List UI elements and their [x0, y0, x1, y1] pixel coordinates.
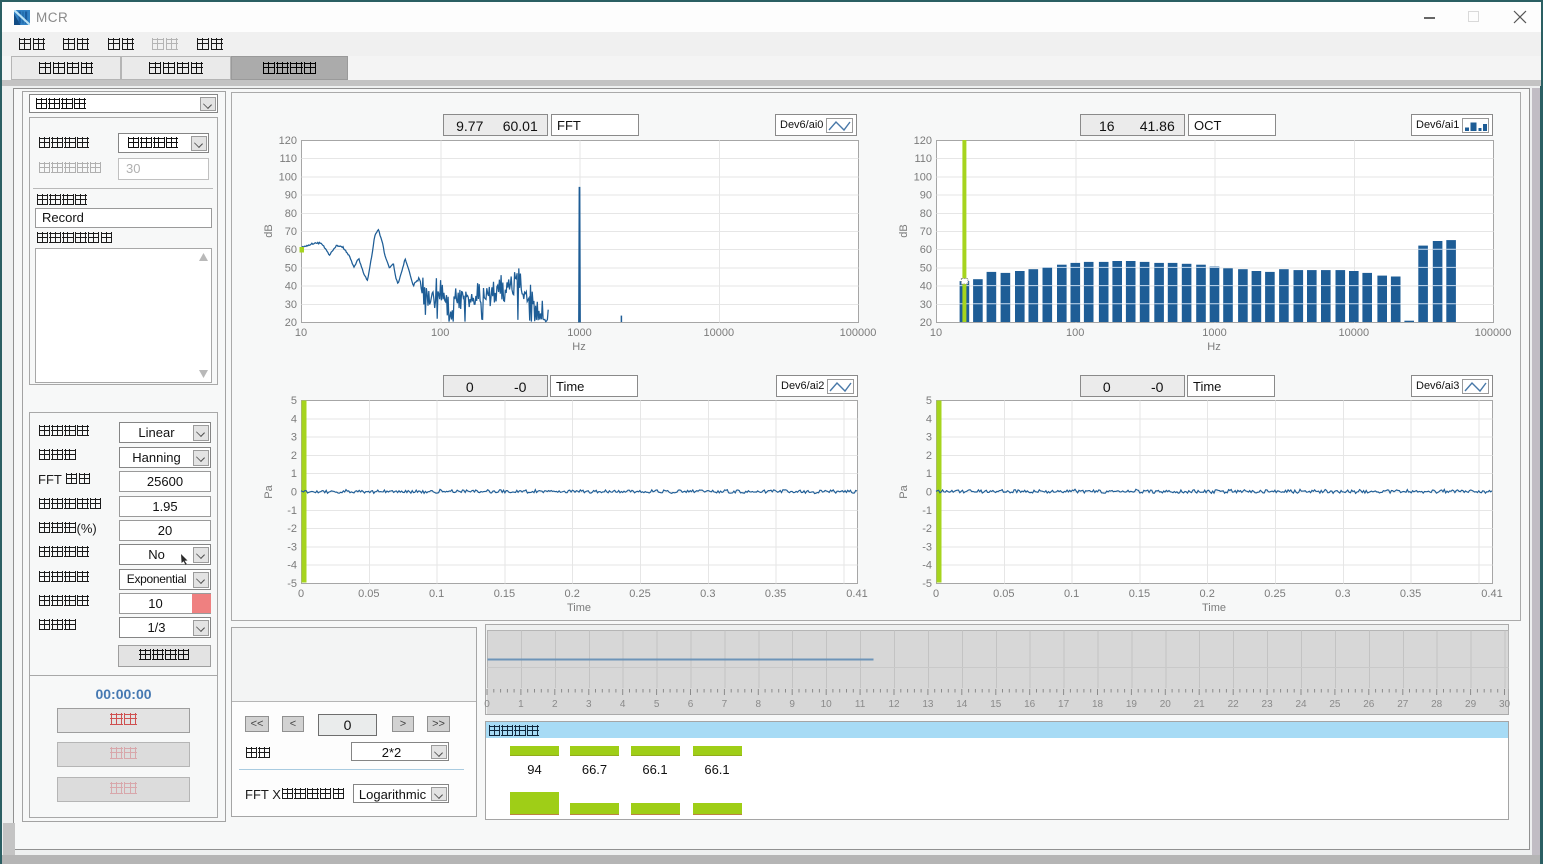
svg-text:2: 2	[552, 699, 558, 710]
svg-text:20: 20	[1160, 699, 1172, 710]
svg-text:30: 30	[1499, 699, 1511, 710]
svg-text:10: 10	[821, 699, 833, 710]
svg-text:27: 27	[1397, 699, 1409, 710]
svg-text:23: 23	[1262, 699, 1274, 710]
svg-text:9: 9	[789, 699, 795, 710]
svg-text:16: 16	[1024, 699, 1036, 710]
svg-text:0: 0	[484, 699, 490, 710]
svg-text:19: 19	[1126, 699, 1138, 710]
svg-text:26: 26	[1363, 699, 1375, 710]
svg-text:8: 8	[756, 699, 762, 710]
svg-text:14: 14	[956, 699, 968, 710]
svg-text:6: 6	[688, 699, 694, 710]
svg-text:29: 29	[1465, 699, 1477, 710]
svg-text:24: 24	[1295, 699, 1307, 710]
svg-text:18: 18	[1092, 699, 1104, 710]
svg-text:11: 11	[855, 699, 866, 710]
svg-text:21: 21	[1194, 699, 1206, 710]
svg-text:15: 15	[990, 699, 1002, 710]
svg-text:13: 13	[922, 699, 934, 710]
svg-text:12: 12	[888, 699, 900, 710]
svg-text:25: 25	[1329, 699, 1341, 710]
svg-text:5: 5	[654, 699, 660, 710]
svg-text:7: 7	[722, 699, 728, 710]
svg-text:4: 4	[620, 699, 626, 710]
svg-text:22: 22	[1228, 699, 1240, 710]
svg-text:17: 17	[1058, 699, 1070, 710]
svg-text:28: 28	[1431, 699, 1443, 710]
svg-text:3: 3	[586, 699, 592, 710]
svg-text:1: 1	[518, 699, 524, 710]
